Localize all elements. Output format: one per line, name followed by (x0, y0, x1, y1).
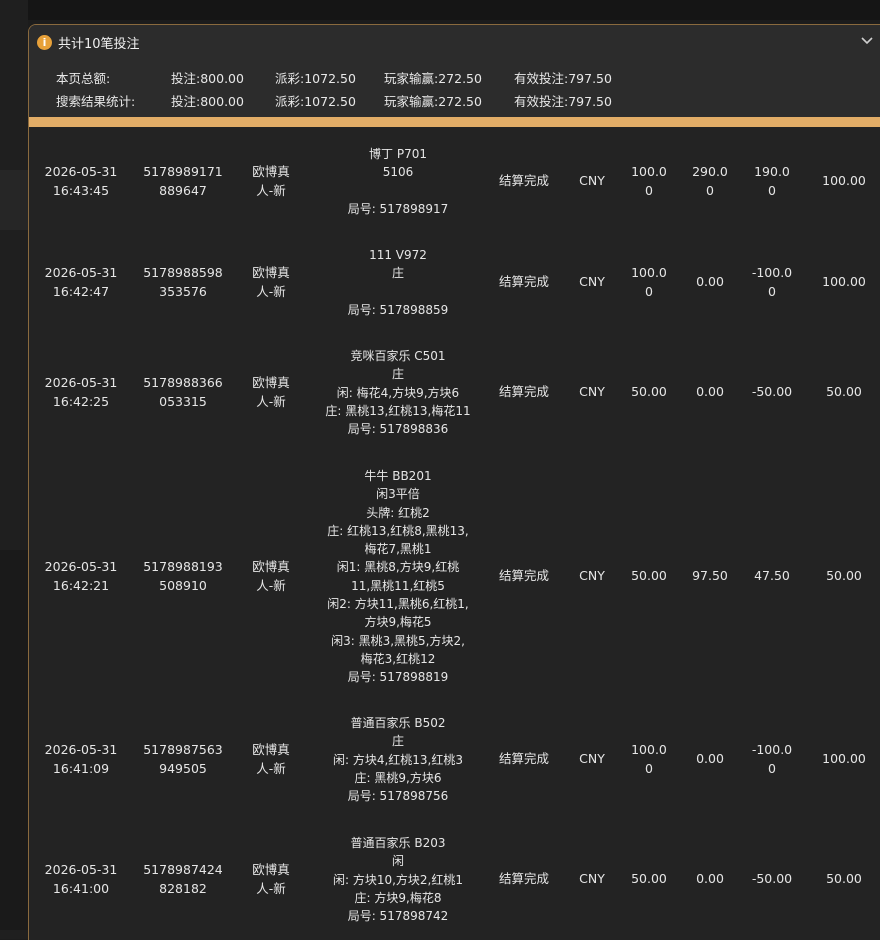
search-total-bet: 投注:800.00 (171, 94, 244, 109)
order-number: 5178989171 889647 (143, 164, 223, 198)
search-total-label: 搜索结果统计: (56, 94, 136, 109)
search-total-payout: 派彩:1072.50 (275, 94, 356, 109)
table-row[interactable]: 2026-05-31 16:42:47 5178988598 353576 欧博真人… (29, 245, 880, 343)
valid-bet: 100.00 (822, 274, 866, 289)
order-number: 5178988366 053315 (143, 375, 223, 409)
bet-amount: 100.0 0 (631, 164, 667, 198)
platform: 欧博真 人-新 (252, 742, 290, 776)
accent-separator (29, 117, 880, 127)
bet-detail: 博丁 P701 5106 局号: 517898917 (347, 147, 449, 216)
order-number: 5178988193 508910 (143, 559, 223, 593)
player-winloss: 190.0 0 (754, 164, 790, 198)
valid-bet: 50.00 (826, 384, 862, 399)
bet-time: 2026-05-31 16:41:00 (44, 862, 118, 896)
bet-detail: 普通百家乐 B502 庄 闲: 方块4,红桃13,红桃3 庄: 黑桃9,方块6 … (332, 716, 464, 804)
platform: 欧博真 人-新 (252, 265, 290, 299)
payout: 290.0 0 (692, 164, 728, 198)
bet-amount: 50.00 (631, 568, 667, 583)
search-total-valid-bet: 有效投注:797.50 (514, 94, 612, 109)
bet-records-panel: i 共计10笔投注 本页总额: 投注:800.00 派彩:1072.50 玩家输… (28, 24, 880, 940)
page-total-valid-bet: 有效投注:797.50 (514, 71, 612, 86)
player-winloss: 47.50 (754, 568, 790, 583)
page-total-bet: 投注:800.00 (171, 71, 244, 86)
valid-bet: 50.00 (826, 871, 862, 886)
player-winloss: -50.00 (751, 384, 793, 399)
search-total-winloss: 玩家输赢:272.50 (384, 94, 482, 109)
panel-header[interactable]: i 共计10笔投注 (29, 25, 880, 59)
table-row[interactable]: 2026-05-31 16:41:09 5178987563 949505 欧博真人… (29, 713, 880, 827)
platform: 欧博真 人-新 (252, 164, 290, 198)
chevron-down-icon[interactable] (859, 33, 875, 49)
table-row[interactable]: 2026-05-31 16:43:45 5178989171 889647 欧博真人… (29, 144, 880, 242)
payout: 0.00 (696, 871, 724, 886)
currency: CNY (579, 173, 605, 188)
platform: 欧博真 人-新 (252, 862, 290, 896)
bet-detail: 竞咪百家乐 C501 庄 闲: 梅花4,方块9,方块6 庄: 黑桃13,红桃13… (325, 349, 471, 437)
bet-detail: 111 V972 庄 局号: 517898859 (347, 248, 449, 317)
bet-time: 2026-05-31 16:43:45 (44, 164, 118, 198)
info-icon: i (37, 34, 52, 50)
payout: 0.00 (696, 751, 724, 766)
valid-bet: 100.00 (822, 173, 866, 188)
table-row[interactable]: 2026-05-31 16:42:21 5178988193 508910 欧博真人… (29, 466, 880, 692)
player-winloss: -100.0 0 (751, 742, 793, 776)
order-number: 5178987424 828182 (143, 862, 223, 896)
bet-time: 2026-05-31 16:41:09 (44, 742, 118, 776)
page-total-label: 本页总额: (56, 71, 111, 86)
platform: 欧博真 人-新 (252, 375, 290, 409)
status: 结算完成 (498, 384, 549, 399)
status: 结算完成 (498, 173, 549, 188)
status: 结算完成 (498, 568, 549, 583)
player-winloss: -100.0 0 (751, 265, 793, 299)
bet-detail: 牛牛 BB201 闲3平倍 头牌: 红桃2 庄: 红桃13,红桃8,黑桃13, … (327, 469, 469, 685)
player-winloss: -50.00 (751, 871, 793, 886)
bet-time: 2026-05-31 16:42:47 (44, 265, 118, 299)
bet-amount: 50.00 (631, 384, 667, 399)
page-total-payout: 派彩:1072.50 (275, 71, 356, 86)
currency: CNY (579, 871, 605, 886)
status: 结算完成 (498, 871, 549, 886)
bet-amount: 100.0 0 (631, 742, 667, 776)
valid-bet: 50.00 (826, 568, 862, 583)
status: 结算完成 (498, 274, 549, 289)
bet-time: 2026-05-31 16:42:21 (44, 559, 118, 593)
currency: CNY (579, 384, 605, 399)
payout: 97.50 (692, 568, 728, 583)
desktop-background (0, 0, 880, 20)
order-number: 5178988598 353576 (143, 265, 223, 299)
bet-amount: 100.0 0 (631, 265, 667, 299)
currency: CNY (579, 568, 605, 583)
platform: 欧博真 人-新 (252, 559, 290, 593)
currency: CNY (579, 274, 605, 289)
background-window-edge (0, 0, 28, 939)
order-number: 5178987563 949505 (143, 742, 223, 776)
currency: CNY (579, 751, 605, 766)
payout: 0.00 (696, 384, 724, 399)
table-row[interactable]: 2026-05-31 16:41:00 5178987424 828182 欧博真人… (29, 833, 880, 940)
valid-bet: 100.00 (822, 751, 866, 766)
bet-detail: 普通百家乐 B203 闲 闲: 方块10,方块2,红桃1 庄: 方块9,梅花8 … (332, 836, 464, 924)
table-row[interactable]: 2026-05-31 16:42:25 5178988366 053315 欧博真人… (29, 346, 880, 460)
panel-title: 共计10笔投注 (58, 36, 140, 52)
bet-time: 2026-05-31 16:42:25 (44, 375, 118, 409)
payout: 0.00 (696, 274, 724, 289)
summary-section: 本页总额: 投注:800.00 派彩:1072.50 玩家输赢:272.50 有… (29, 59, 880, 117)
bet-amount: 50.00 (631, 871, 667, 886)
page-total-winloss: 玩家输赢:272.50 (384, 71, 482, 86)
status: 结算完成 (498, 751, 549, 766)
